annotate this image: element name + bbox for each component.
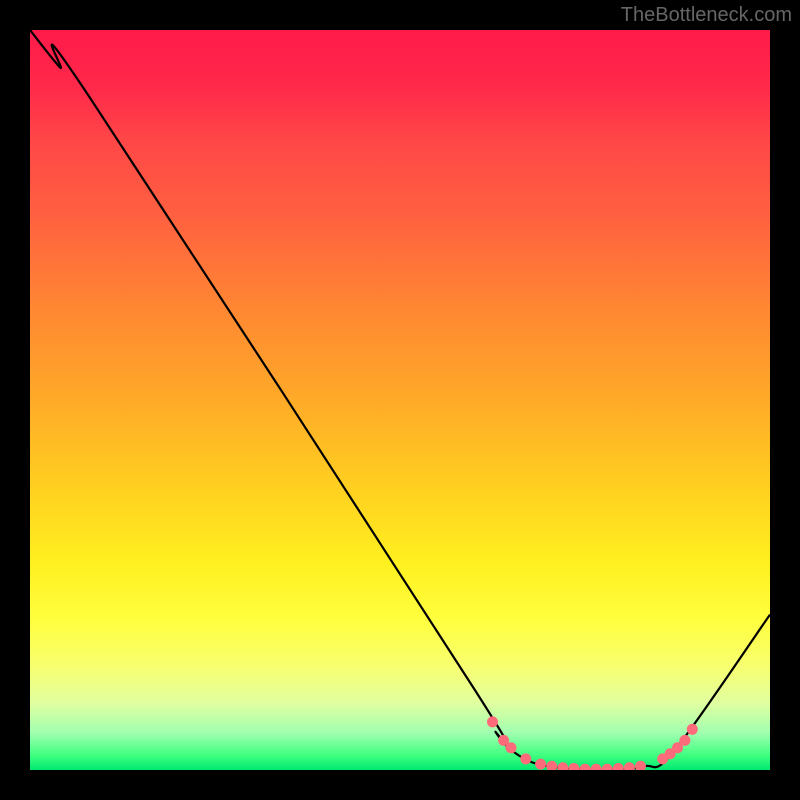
data-marker (624, 762, 635, 770)
data-marker (635, 761, 646, 770)
data-marker (568, 763, 579, 770)
data-marker (520, 753, 531, 764)
bottleneck-curve (30, 30, 770, 770)
data-markers (487, 716, 698, 770)
watermark-text: TheBottleneck.com (621, 4, 792, 27)
data-marker (535, 759, 546, 770)
plot-area (30, 30, 770, 770)
data-marker (679, 735, 690, 746)
data-marker (487, 716, 498, 727)
data-marker (557, 762, 568, 770)
data-marker (602, 764, 613, 770)
chart-svg (30, 30, 770, 770)
data-marker (687, 724, 698, 735)
data-marker (580, 764, 591, 770)
data-marker (613, 763, 624, 770)
data-marker (546, 761, 557, 770)
data-marker (591, 764, 602, 770)
data-marker (506, 742, 517, 753)
